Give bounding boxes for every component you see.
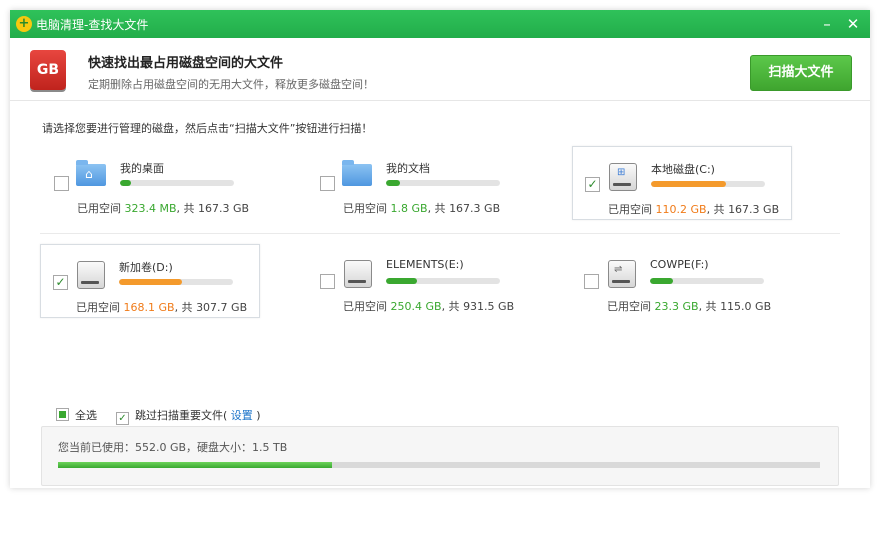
disk-checkbox[interactable]: ✓ [53,275,68,290]
disk-usage-text: 已用空间 323.4 MB, 共 167.3 GB [77,202,250,215]
total-usage-fill [58,462,333,468]
disk-total-value: 167.3 GB [198,202,250,215]
options-row: 全选 ✓ 跳过扫描重要文件( 设置 ) [56,407,261,425]
folder-shape [342,160,372,186]
window-title: 电脑清理-查找大文件 [36,18,149,32]
disk-usage-fill [386,180,400,186]
disk-used-value: 250.4 GB [390,300,442,313]
disk-usage-fill [120,180,132,186]
disk-usage-text: 已用空间 168.1 GB, 共 307.7 GB [76,301,248,314]
disk-card[interactable]: ELEMENTS(E:) 已用空间 250.4 GB, 共 931.5 GB [308,244,526,316]
disk-usage-fill [119,279,182,285]
disk-used-value: 23.3 GB [654,300,699,313]
disk-used-value: 110.2 GB [655,203,707,216]
disk-name: 我的桌面 [120,162,164,175]
disk-usage-fill [651,181,727,187]
disk-usage-text: 已用空间 1.8 GB, 共 167.3 GB [343,202,501,215]
disk-usage-bar [651,181,765,187]
disk-card[interactable]: ✓ ⊞ 本地磁盘(C:) 已用空间 110.2 GB, 共 167.3 GB [572,146,792,220]
disk-card[interactable]: ⌂ 我的桌面已用空间 323.4 MB, 共 167.3 GB [42,146,260,218]
disk-name: 本地磁盘(C:) [651,163,715,176]
disk-summary-text: 您当前已使用：552.0 GB，硬盘大小：1.5 TB [58,441,288,454]
disk-used-value: 168.1 GB [123,301,175,314]
disk-usage-bar [386,180,500,186]
gb-logo-icon: GB [30,50,66,90]
skip-important-label[interactable]: 跳过扫描重要文件( [135,409,227,422]
disk-used-value: 323.4 MB [124,202,177,215]
disk-used-value: 1.8 GB [390,202,428,215]
documents-folder-icon [342,160,372,188]
folder-shape: ⌂ [76,160,106,186]
disk-usage-bar [386,278,500,284]
close-button[interactable]: ✕ [842,13,864,35]
select-all-checkbox[interactable] [56,408,69,421]
settings-close-paren: ) [256,409,261,422]
drive-shape: ⇌ [608,260,636,288]
disk-usage-bar [119,279,233,285]
disk-usage-bar [120,180,234,186]
disk-usage-text: 已用空间 23.3 GB, 共 115.0 GB [607,300,772,313]
disk-total-value: 115.0 GB [720,300,772,313]
minimize-button[interactable]: – [816,13,838,35]
disk-usage-text: 已用空间 250.4 GB, 共 931.5 GB [343,300,515,313]
disk-usage-fill [386,278,417,284]
disk-usage-bar [650,278,764,284]
disk-total-value: 167.3 GB [728,203,780,216]
hard-drive-icon [342,258,372,288]
disk-card[interactable]: 我的文档已用空间 1.8 GB, 共 167.3 GB [308,146,526,218]
disk-name: 新加卷(D:) [119,261,173,274]
scan-large-files-button[interactable]: 扫描大文件 [750,55,852,91]
skip-important-checkbox[interactable]: ✓ [116,412,129,425]
row-divider [40,233,840,234]
disk-name: 我的文档 [386,162,430,175]
drive-shape [77,261,105,289]
disk-card[interactable]: ✓ 新加卷(D:) 已用空间 168.1 GB, 共 307.7 GB [40,244,260,318]
drive-shape: ⊞ [609,163,637,191]
disk-usage-fill [650,278,673,284]
disk-checkbox[interactable] [54,176,69,191]
settings-link[interactable]: 设置 [231,409,253,422]
total-usage-bar [58,462,820,468]
disk-checkbox[interactable]: ✓ [585,177,600,192]
disk-total-value: 167.3 GB [449,202,501,215]
drive-shape [344,260,372,288]
disk-total-value: 931.5 GB [463,300,515,313]
header-panel: GB 快速找出最占用磁盘空间的大文件 定期删除占用磁盘空间的无用大文件，释放更多… [10,38,870,101]
select-all-label[interactable]: 全选 [75,409,97,422]
header-title: 快速找出最占用磁盘空间的大文件 [88,56,284,71]
disk-checkbox[interactable] [320,274,335,289]
disk-name: ELEMENTS(E:) [386,258,464,271]
disk-checkbox[interactable] [584,274,599,289]
system-drive-icon: ⊞ [607,161,637,191]
instruction-text: 请选择您要进行管理的磁盘，然后点击“扫描大文件”按钮进行扫描！ [42,122,373,135]
disk-summary-panel: 您当前已使用：552.0 GB，硬盘大小：1.5 TB [41,426,839,486]
disk-total-value: 307.7 GB [196,301,248,314]
disk-card[interactable]: ⇌ COWPE(F:) 已用空间 23.3 GB, 共 115.0 GB [572,244,790,316]
disk-usage-text: 已用空间 110.2 GB, 共 167.3 GB [608,203,780,216]
usb-drive-icon: ⇌ [606,258,636,288]
title-bar: + 电脑清理-查找大文件 – ✕ [10,10,870,38]
app-window: + 电脑清理-查找大文件 – ✕ GB 快速找出最占用磁盘空间的大文件 定期删除… [10,10,870,488]
desktop-folder-icon: ⌂ [76,160,106,188]
hard-drive-icon [75,259,105,289]
app-logo-icon: + [16,16,32,32]
disk-checkbox[interactable] [320,176,335,191]
disk-name: COWPE(F:) [650,258,709,271]
header-subtitle: 定期删除占用磁盘空间的无用大文件，释放更多磁盘空间！ [88,78,374,91]
